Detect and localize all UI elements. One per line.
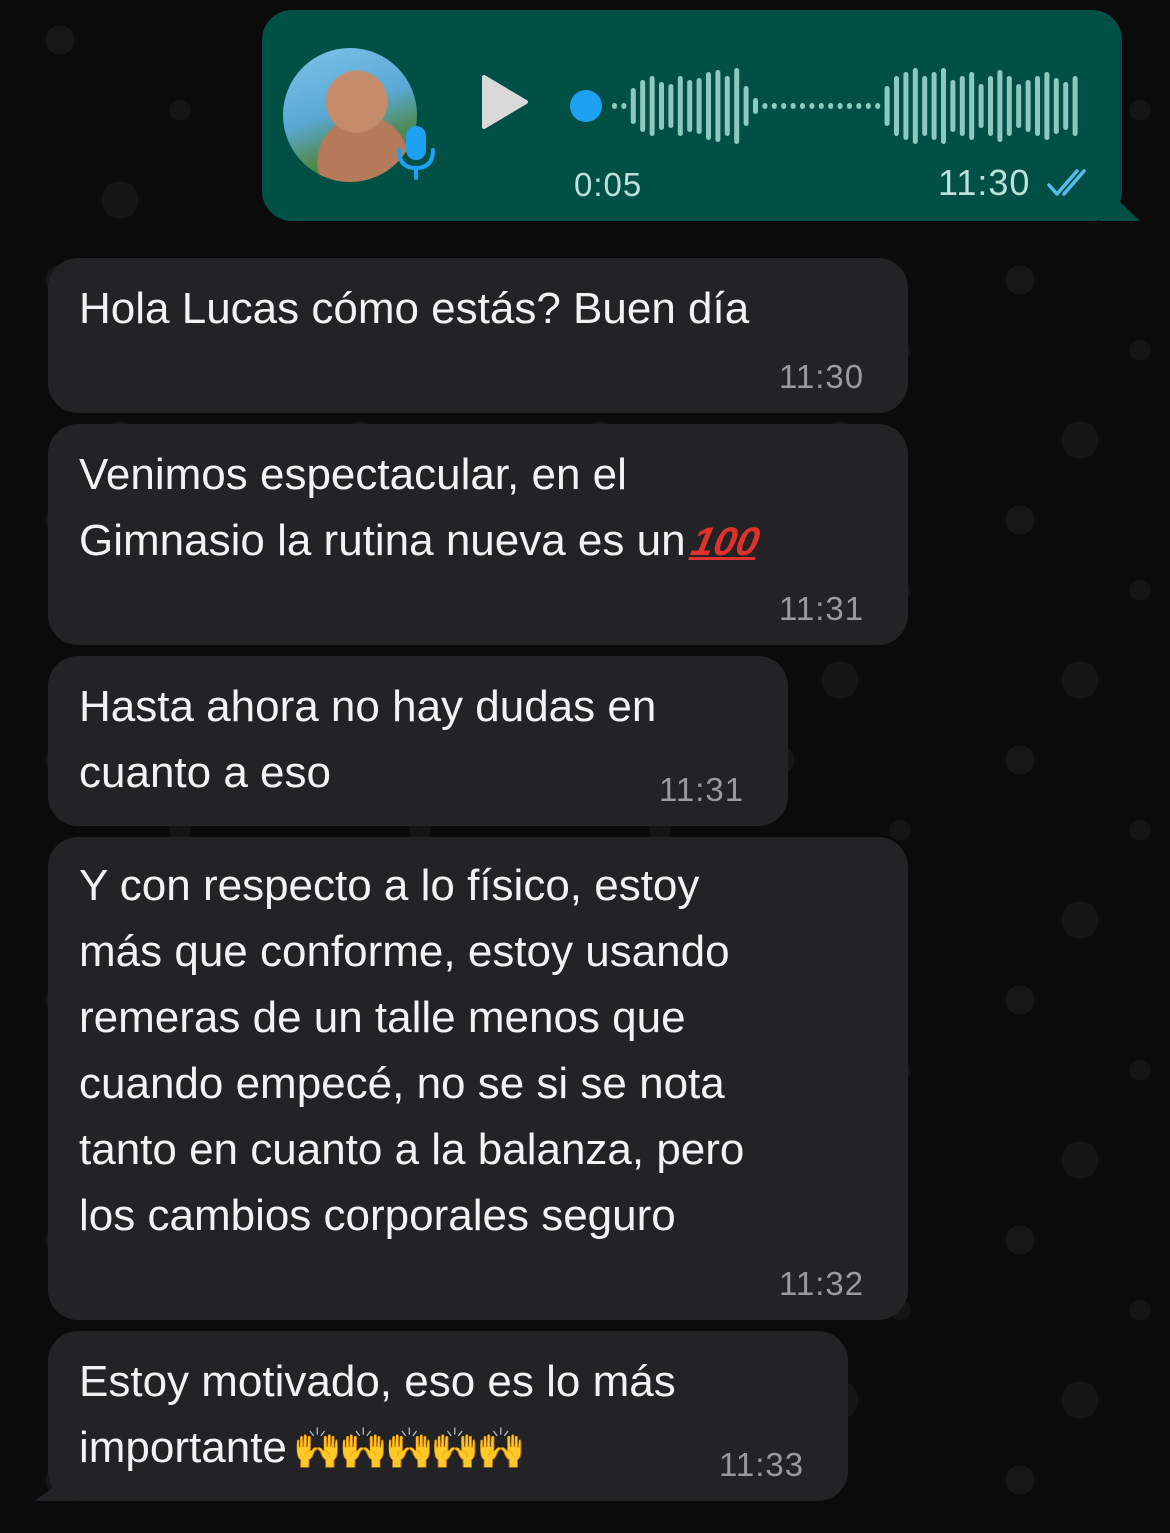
message-text: Estoy motivado, eso es lo más importante… xyxy=(79,1349,676,1482)
waveform-bar xyxy=(706,72,711,140)
read-ticks-icon xyxy=(1047,169,1086,196)
incoming-message[interactable]: Estoy motivado, eso es lo más importante… xyxy=(48,1331,848,1501)
message-time: 11:33 xyxy=(719,1446,805,1483)
waveform-bar xyxy=(659,82,664,130)
message-text: Hasta ahora no hay dudas en cuanto a eso xyxy=(79,682,657,797)
waveform-bar xyxy=(1072,76,1078,136)
waveform-bar xyxy=(894,76,899,136)
waveform-bar xyxy=(668,84,674,128)
waveform-bar xyxy=(931,72,937,140)
waveform-bar xyxy=(1006,76,1012,136)
message-time: 11:32 xyxy=(779,1265,865,1302)
message-text: Venimos espectacular, en el Gimnasio la … xyxy=(79,442,763,575)
waveform-bar xyxy=(1025,80,1031,132)
waveform-bar xyxy=(790,103,796,109)
message-time: 11:31 xyxy=(779,590,865,627)
waveform-bar xyxy=(762,103,768,109)
voice-waveform[interactable] xyxy=(570,68,1080,144)
waveform-bar xyxy=(1035,76,1040,136)
waveform-bar xyxy=(1053,78,1059,134)
waveform-bar xyxy=(612,103,617,109)
waveform-bar xyxy=(978,84,984,128)
waveform-bar xyxy=(912,68,918,144)
waveform-bar xyxy=(865,103,871,109)
hundred-points-icon: 100 xyxy=(686,520,764,564)
waveform-bar xyxy=(837,103,843,109)
waveform-bar xyxy=(640,80,646,132)
waveform-bar xyxy=(941,68,946,144)
waveform-bar xyxy=(743,86,749,126)
waveform-bar xyxy=(818,103,824,109)
waveform-bar xyxy=(1044,72,1050,140)
message-text: Y con respecto a lo físico, estoy más qu… xyxy=(79,861,745,1240)
waveform-bar xyxy=(800,103,805,109)
waveform-bar xyxy=(884,86,890,126)
waveform-bar xyxy=(922,76,928,136)
waveform-bar xyxy=(753,98,758,114)
waveform-bar xyxy=(856,103,862,109)
waveform-bar xyxy=(687,80,693,132)
waveform-bar xyxy=(988,76,993,136)
waveform-bar xyxy=(734,68,740,144)
waveform-bar xyxy=(828,103,834,109)
waveform-bar xyxy=(809,103,815,109)
incoming-message[interactable]: Venimos espectacular, en el Gimnasio la … xyxy=(48,424,908,645)
message-time: 11:30 xyxy=(938,162,1031,203)
waveform-bar xyxy=(649,76,655,136)
waveform-bar xyxy=(630,88,636,124)
waveform-bar xyxy=(997,70,1003,142)
message-text: Hola Lucas cómo estás? Buen día xyxy=(79,284,750,333)
waveform-bar xyxy=(621,103,627,109)
waveform-bar xyxy=(875,103,881,109)
mic-icon xyxy=(397,126,435,180)
incoming-message[interactable]: Y con respecto a lo físico, estoy más qu… xyxy=(48,837,908,1320)
waveform-bar xyxy=(771,103,777,109)
waveform-bar xyxy=(1016,84,1022,128)
waveform-bar xyxy=(959,76,965,136)
waveform-bar xyxy=(950,80,956,132)
waveform-bar xyxy=(781,103,787,109)
play-icon[interactable] xyxy=(480,74,530,130)
waveform-bar xyxy=(1063,82,1069,130)
waveform-bar xyxy=(715,70,721,142)
voice-duration: 0:05 xyxy=(574,166,643,203)
waveform-bar xyxy=(969,72,975,140)
waveform-bar xyxy=(724,76,730,136)
waveform-bar xyxy=(696,78,702,134)
waveform-bar xyxy=(903,72,909,140)
message-time: 11:31 xyxy=(659,771,745,808)
incoming-message[interactable]: Hasta ahora no hay dudas en cuanto a eso… xyxy=(48,656,788,826)
playhead-knob[interactable] xyxy=(570,90,602,122)
waveform-bar xyxy=(677,76,683,136)
voice-note-bubble[interactable]: 0:05 11:30 xyxy=(262,10,1122,221)
incoming-message[interactable]: Hola Lucas cómo estás? Buen día 11:30 xyxy=(48,258,908,413)
message-time: 11:30 xyxy=(779,358,865,395)
raising-hands-icon: 🙌🙌🙌🙌🙌 xyxy=(292,1427,526,1471)
waveform-bar xyxy=(847,103,852,109)
